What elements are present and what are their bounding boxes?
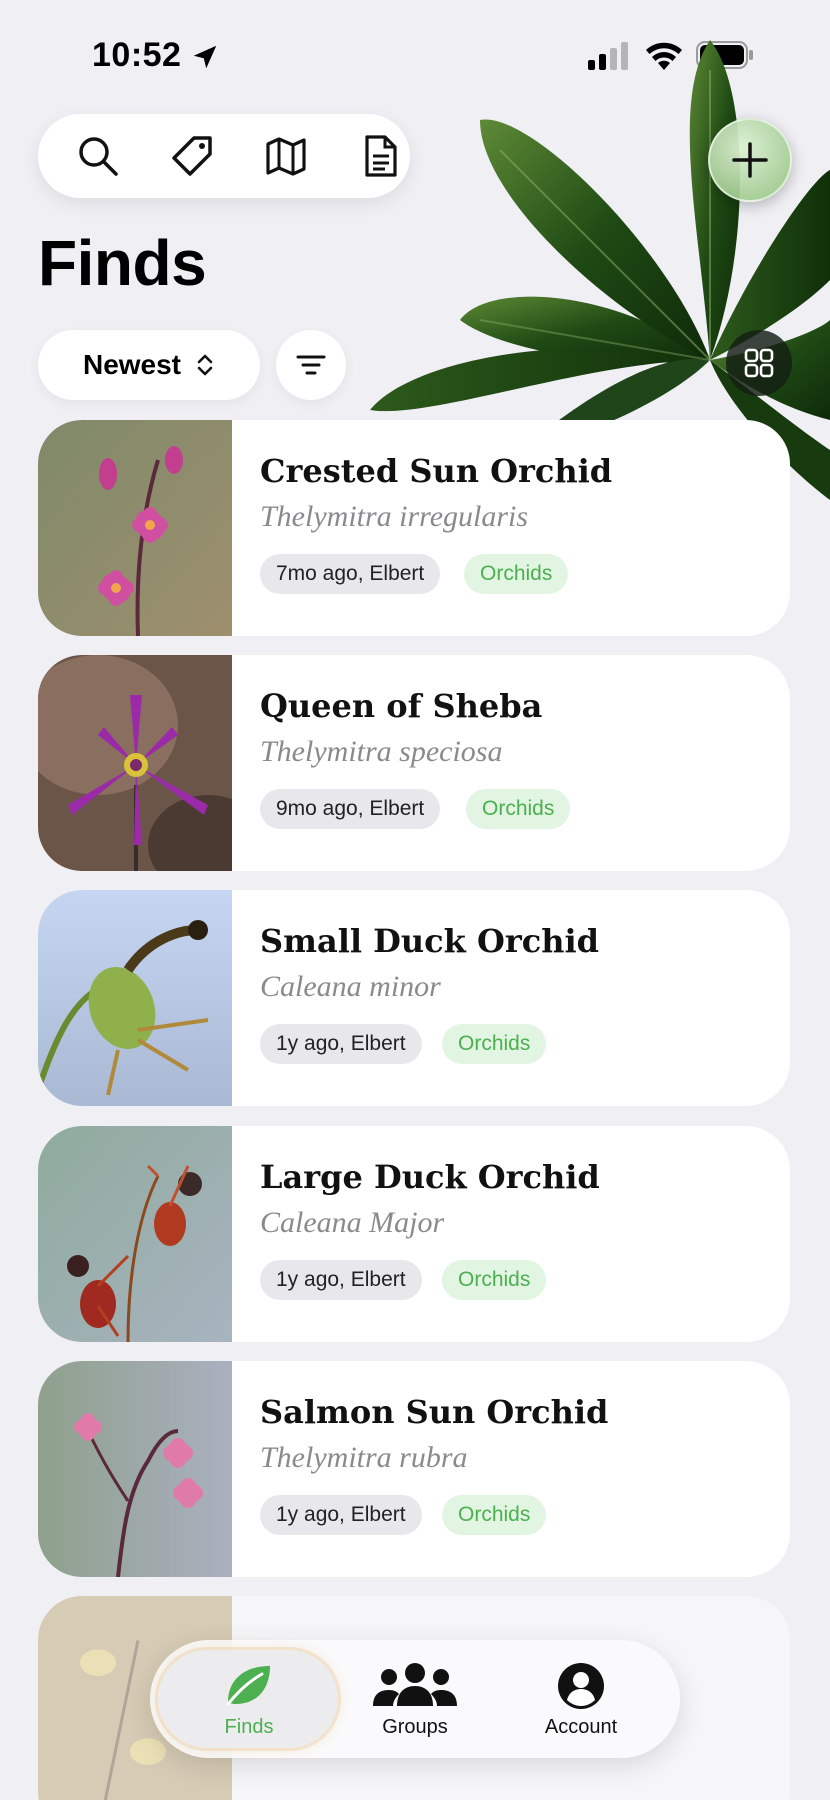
find-common-name: Small Duck Orchid xyxy=(260,922,599,960)
tab-finds[interactable]: Finds xyxy=(164,1640,334,1758)
find-photo xyxy=(38,1361,232,1577)
find-scientific-name: Thelymitra speciosa xyxy=(260,735,503,768)
tab-account[interactable]: Account xyxy=(496,1640,666,1758)
find-card[interactable]: Crested Sun Orchid Thelymitra irregulari… xyxy=(38,420,790,636)
tab-label: Account xyxy=(544,1716,618,1738)
find-common-name: Queen of Sheba xyxy=(260,687,543,725)
tab-groups[interactable]: Groups xyxy=(330,1640,500,1758)
find-meta-chip: 1y ago, Elbert xyxy=(260,1024,422,1064)
tags-button[interactable] xyxy=(168,132,216,180)
location-arrow-icon xyxy=(193,45,217,69)
find-scientific-name: Thelymitra rubra xyxy=(260,1441,468,1474)
find-common-name: Salmon Sun Orchid xyxy=(260,1393,609,1431)
find-tag-chip[interactable]: Orchids xyxy=(442,1024,547,1064)
search-button[interactable] xyxy=(74,132,122,180)
page-title: Finds xyxy=(38,227,207,299)
map-button[interactable] xyxy=(262,132,310,180)
find-scientific-name: Thelymitra irregularis xyxy=(260,500,529,533)
tab-label: Groups xyxy=(382,1716,448,1738)
find-tag-chip[interactable]: Orchids xyxy=(464,554,569,594)
sort-label: Newest xyxy=(82,349,182,380)
leaf-icon xyxy=(226,1666,270,1706)
find-tag-chip[interactable]: Orchids xyxy=(442,1260,547,1300)
find-photo xyxy=(38,420,232,636)
find-scientific-name: Caleana Major xyxy=(260,1206,445,1239)
tab-label: Finds xyxy=(224,1716,274,1738)
status-time: 10:52 xyxy=(92,36,182,74)
people-icon xyxy=(373,1663,457,1706)
find-tag-chip[interactable]: Orchids xyxy=(442,1495,547,1535)
find-photo xyxy=(38,1126,232,1342)
find-meta-chip: 7mo ago, Elbert xyxy=(260,554,441,594)
find-common-name: Crested Sun Orchid xyxy=(260,452,613,490)
find-common-name: Large Duck Orchid xyxy=(260,1158,600,1196)
search-icon xyxy=(79,137,118,176)
map-icon xyxy=(266,137,306,176)
find-card[interactable]: Salmon Sun Orchid Thelymitra rubra 1y ag… xyxy=(38,1361,790,1577)
find-card[interactable]: Large Duck Orchid Caleana Major 1y ago, … xyxy=(38,1126,790,1342)
find-meta-chip: 1y ago, Elbert xyxy=(260,1495,422,1535)
filter-button[interactable] xyxy=(276,330,346,400)
find-meta-chip: 9mo ago, Elbert xyxy=(260,789,441,829)
tab-bar: Finds Groups Account xyxy=(150,1640,680,1758)
find-scientific-name: Caleana minor xyxy=(260,970,441,1003)
find-meta-chip: 1y ago, Elbert xyxy=(260,1260,422,1300)
find-photo xyxy=(38,890,232,1106)
find-card[interactable]: Small Duck Orchid Caleana minor 1y ago, … xyxy=(38,890,790,1106)
grid-icon xyxy=(744,348,774,378)
top-toolbar xyxy=(38,114,410,198)
person-circle-icon xyxy=(558,1663,604,1709)
chevron-up-down-icon xyxy=(197,354,213,376)
document-icon xyxy=(365,135,397,177)
filter-lines-icon xyxy=(296,355,326,375)
grid-view-button[interactable] xyxy=(726,330,792,396)
sort-button[interactable]: Newest xyxy=(38,330,260,400)
add-find-button[interactable] xyxy=(708,118,792,202)
find-tag-chip[interactable]: Orchids xyxy=(466,789,571,829)
find-photo xyxy=(38,655,232,871)
plus-icon xyxy=(732,142,768,178)
documents-button[interactable] xyxy=(356,132,404,180)
find-card[interactable]: Queen of Sheba Thelymitra speciosa 9mo a… xyxy=(38,655,790,871)
tag-icon xyxy=(172,136,212,176)
